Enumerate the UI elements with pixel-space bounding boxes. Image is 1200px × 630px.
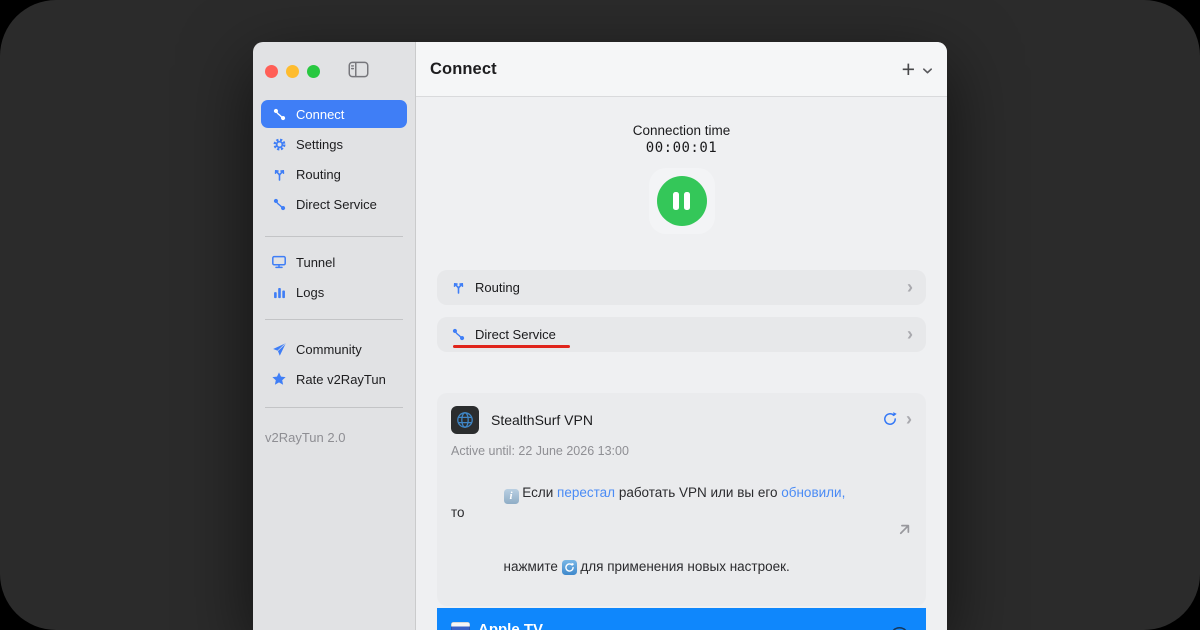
desktop-background: Connect Settings Routing <box>0 0 1200 630</box>
app-window: Connect Settings Routing <box>253 42 947 630</box>
sidebar-item-tunnel[interactable]: Tunnel <box>261 248 407 276</box>
zoom-window-button[interactable] <box>307 65 320 78</box>
sidebar-item-label: Routing <box>296 167 341 182</box>
monitor-icon <box>271 254 287 270</box>
red-underline-annotation <box>453 345 570 348</box>
branch-arrows-icon <box>450 280 466 296</box>
subscription-name: StealthSurf VPN <box>491 412 593 428</box>
pause-button[interactable] <box>657 176 707 226</box>
header-actions: + <box>902 58 933 81</box>
sidebar-toggle-icon <box>348 61 369 81</box>
server-name: Apple TV <box>478 621 543 630</box>
arrow-up-right-icon[interactable] <box>897 522 912 537</box>
branch-arrows-icon <box>271 166 287 182</box>
page-title: Connect <box>430 60 497 79</box>
note-link[interactable]: обновили, <box>781 485 845 500</box>
connection-time-value: 00:00:01 <box>646 140 717 156</box>
subscription-note: i Если перестал работать VPN или вы его … <box>451 466 851 594</box>
sidebar-toggle-button[interactable] <box>348 61 369 81</box>
sidebar-item-label: Community <box>296 342 362 357</box>
main-header: Connect + <box>416 42 947 97</box>
main-panel: Connect + Connection time 00:00:01 <box>416 42 947 630</box>
sidebar-item-connect[interactable]: Connect <box>261 100 407 128</box>
sidebar-item-community[interactable]: Community <box>261 335 407 363</box>
sidebar-item-logs[interactable]: Logs <box>261 278 407 306</box>
main-content: Connection time 00:00:01 Routing <box>416 97 947 630</box>
sidebar-item-label: Tunnel <box>296 255 335 270</box>
add-config-menu-button[interactable] <box>922 60 933 78</box>
info-emoji-icon: i <box>504 489 519 504</box>
sidebar-item-label: Direct Service <box>296 197 377 212</box>
sidebar-item-settings[interactable]: Settings <box>261 130 407 158</box>
subscription-header: StealthSurf VPN › <box>451 406 912 434</box>
node-link-icon <box>271 196 287 212</box>
refresh-subscription-button[interactable] <box>882 411 898 430</box>
add-config-button[interactable]: + <box>902 58 915 81</box>
refresh-emoji-icon <box>562 560 577 575</box>
star-icon <box>271 371 287 387</box>
subscription-card[interactable]: StealthSurf VPN › Active until: 22 June … <box>437 393 926 606</box>
sidebar-item-label: Connect <box>296 107 344 122</box>
close-window-button[interactable] <box>265 65 278 78</box>
gear-icon <box>271 136 287 152</box>
bar-chart-icon <box>271 284 287 300</box>
sidebar-nav: Connect Settings Routing <box>253 100 415 430</box>
connection-time-label: Connection time <box>633 123 731 138</box>
sidebar-item-label: Settings <box>296 137 343 152</box>
sidebar-item-label: Logs <box>296 285 324 300</box>
server-row-apple-tv[interactable]: Apple TV VLESS / TCP <box>437 608 926 630</box>
sidebar-item-label: Rate v2RayTun <box>296 372 386 387</box>
row-label: Routing <box>475 280 520 295</box>
active-until-label: Active until: 22 June 2026 13:00 <box>451 444 912 458</box>
direct-service-row[interactable]: Direct Service › <box>437 317 926 352</box>
sidebar-divider <box>265 407 403 408</box>
sidebar-divider <box>265 236 403 237</box>
sidebar-item-rate[interactable]: Rate v2RayTun <box>261 365 407 393</box>
sidebar-divider <box>265 319 403 320</box>
minimize-window-button[interactable] <box>286 65 299 78</box>
note-link[interactable]: перестал <box>557 485 615 500</box>
server-info-button[interactable] <box>889 626 910 630</box>
sidebar: Connect Settings Routing <box>253 42 416 630</box>
globe-icon <box>451 406 479 434</box>
chevron-right-icon: › <box>907 325 913 345</box>
chevron-right-icon: › <box>907 278 913 298</box>
row-label: Direct Service <box>475 327 556 342</box>
chevron-right-icon: › <box>906 410 912 430</box>
node-link-icon <box>450 327 466 343</box>
sidebar-item-routing[interactable]: Routing <box>261 160 407 188</box>
connect-toggle-tile <box>649 168 715 234</box>
routing-row[interactable]: Routing › <box>437 270 926 305</box>
info-circle-icon <box>889 626 910 630</box>
refresh-icon <box>882 411 898 430</box>
window-titlebar <box>253 42 415 100</box>
pause-icon <box>673 192 690 210</box>
chevron-down-icon <box>922 63 933 78</box>
paper-plane-icon <box>271 341 287 357</box>
app-version-label: v2RayTun 2.0 <box>253 430 415 445</box>
quick-links: Routing › Direct Service › <box>437 270 926 364</box>
traffic-lights <box>265 65 320 78</box>
russia-flag-icon <box>451 622 470 630</box>
node-link-icon <box>271 106 287 122</box>
sidebar-item-direct-service[interactable]: Direct Service <box>261 190 407 218</box>
